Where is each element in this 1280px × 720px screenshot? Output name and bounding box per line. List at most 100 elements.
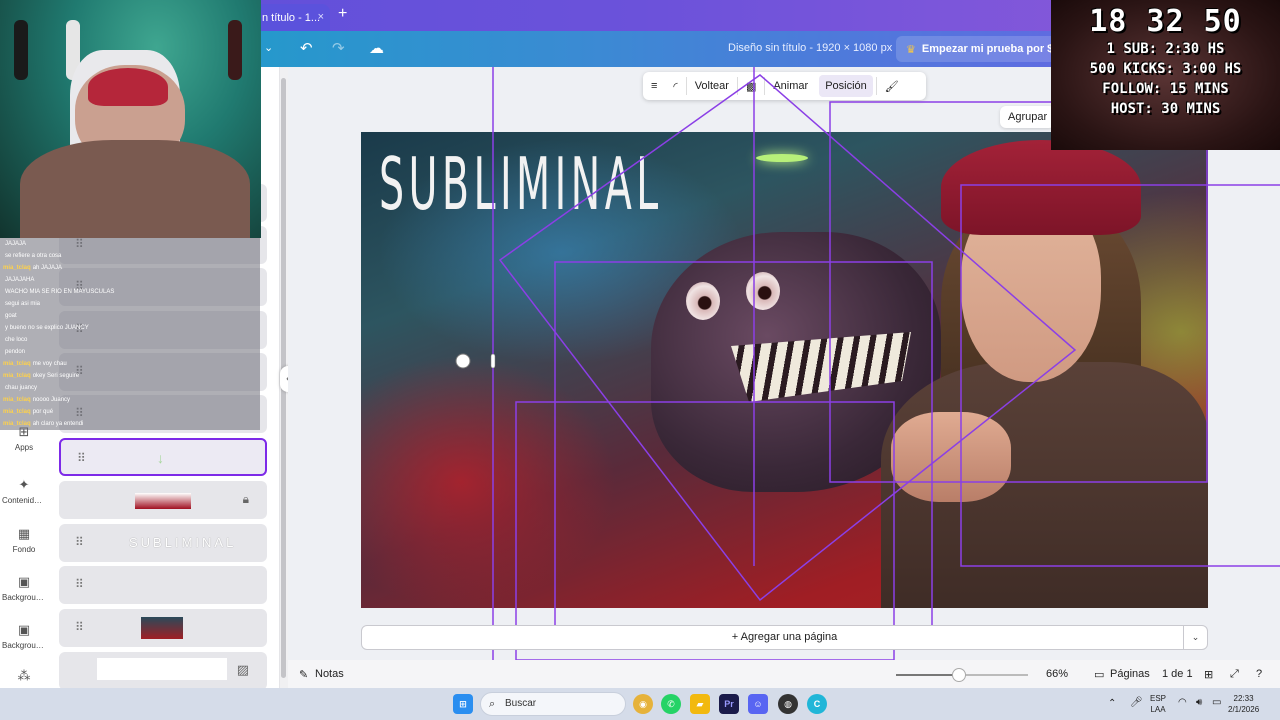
drag-handle-icon[interactable]: ⠿ <box>75 536 84 548</box>
zoom-slider-fill <box>896 674 960 676</box>
fullscreen-icon[interactable]: ⤢ <box>1230 668 1239 681</box>
language-indicator[interactable]: ESP LAA <box>1150 693 1166 715</box>
pages-icon[interactable]: ▭ <box>1094 668 1104 681</box>
volume-icon[interactable]: 🔊︎ <box>1196 697 1202 708</box>
add-page-label: + Agregar una página <box>731 631 838 643</box>
notes-button[interactable]: Notas <box>315 668 344 680</box>
canva-icon[interactable]: C <box>807 694 827 714</box>
layer-item[interactable]: ⠿ <box>59 566 267 604</box>
microphone-icon[interactable]: 🎤︎ <box>1130 697 1143 708</box>
rail-item-content[interactable]: ✦ Contenido ... <box>0 477 48 506</box>
chrome-icon[interactable]: ◉ <box>633 694 653 714</box>
layer-item-title[interactable]: ⠿ SUBLIMINAL <box>59 524 267 562</box>
chat-nick: mia_tclaq <box>3 373 31 379</box>
position-button[interactable]: Posición <box>819 75 873 97</box>
screen: n título - 1... × + ⌄ ↶ ↷ ☁ Diseño sin t… <box>0 0 1280 720</box>
browser-tab[interactable]: n título - 1... × <box>250 4 330 31</box>
transparency-icon[interactable]: ▩ <box>738 80 764 93</box>
whatsapp-icon[interactable]: ✆ <box>661 694 681 714</box>
taskbar-search-label: Buscar <box>505 698 537 709</box>
chevron-down-icon[interactable]: ⌄ <box>264 41 273 56</box>
chat-message: y bueno no se explico JUANCY <box>5 325 89 331</box>
chat-line: JAJAJA <box>0 238 260 250</box>
chat-message: chau juancy <box>5 385 38 391</box>
document-title[interactable]: Diseño sin título - 1920 × 1080 px <box>728 42 892 54</box>
layer-item-image[interactable]: ⠿ <box>59 609 267 647</box>
obs-icon[interactable]: ◍ <box>778 694 798 714</box>
image-thumbnail <box>141 617 183 639</box>
discord-icon[interactable]: ☺ <box>748 694 768 714</box>
paint-roller-icon[interactable]: 🖌︎ <box>877 80 907 93</box>
chat-line: se refiere a otra cosa <box>0 250 260 262</box>
arrow-down-icon: ↓ <box>157 450 164 466</box>
redo-icon[interactable]: ↷ <box>332 41 345 56</box>
webcam-overlay <box>0 0 261 238</box>
page-count: 1 de 1 <box>1162 668 1193 680</box>
chat-line: mia_tclaq ah JAJAJA <box>0 262 260 274</box>
language-top: ESP <box>1150 694 1167 703</box>
align-icon[interactable]: ≡ <box>643 80 665 92</box>
notes-icon[interactable]: ✎ <box>299 668 308 681</box>
monster-eye <box>686 282 720 320</box>
subathon-timer-overlay: 18 32 50 1 SUB: 2:30 HS 500 KICKS: 3:00 … <box>1051 0 1280 150</box>
pages-button[interactable]: Páginas <box>1110 668 1150 680</box>
undo-icon[interactable]: ↶ <box>300 41 313 56</box>
rail-item-backgrounds-2[interactable]: ▣ Backgroun... <box>0 622 48 651</box>
battery-icon[interactable]: ▭ <box>1212 697 1221 708</box>
canvas-title-text[interactable]: SUBLIMINAL <box>379 142 663 226</box>
file-explorer-icon[interactable]: ▰ <box>690 694 710 714</box>
chat-nick: mia_tclaq <box>3 361 31 367</box>
image-icon: ▣ <box>17 622 31 637</box>
add-page-button[interactable]: + Agregar una página ⌄ <box>361 625 1208 650</box>
grid-view-icon[interactable]: ⊞ <box>1204 668 1213 681</box>
tab-close-icon[interactable]: × <box>318 11 324 23</box>
drag-handle-icon[interactable]: ⠿ <box>75 621 84 633</box>
timer-goal: 1 SUB: 2:30 HS <box>1106 41 1225 57</box>
rail-item-backgrounds-1[interactable]: ▣ Backgroun... <box>0 574 48 603</box>
premiere-pro-icon[interactable]: Pr <box>719 694 739 714</box>
chat-message: JAJAJAHA <box>5 277 35 283</box>
rail-item-background[interactable]: ▦ Fondo <box>0 527 48 555</box>
windows-start-icon[interactable]: ⊞ <box>453 694 473 714</box>
rail-item-more[interactable]: ⁂ <box>0 669 48 687</box>
more-apps-icon: ⁂ <box>17 668 31 683</box>
system-clock[interactable]: 22:33 2/1/2026 <box>1228 693 1259 715</box>
windows-taskbar: ⊞ ⌕ Buscar ◉ ✆ ▰ Pr ☺ ◍ C ⌃ 🎤︎ ESP LAA ◠… <box>0 688 1280 720</box>
chevron-down-icon[interactable]: ⌄ <box>1183 626 1207 649</box>
person-cutout-image <box>881 132 1208 608</box>
layer-item-selected[interactable]: ⠿ ↓ <box>59 438 267 476</box>
lock-icon[interactable]: 🔒︎ <box>243 492 249 507</box>
drag-handle-icon[interactable]: ⠿ <box>75 578 84 590</box>
taskbar-search[interactable]: ⌕ Buscar <box>480 692 626 716</box>
chat-message: por qué <box>32 409 54 415</box>
layer-item-red-shape[interactable]: 🔒︎ <box>59 481 267 519</box>
group-button[interactable]: Agrupar <box>1000 106 1056 128</box>
curve-icon[interactable]: ◜ <box>665 80 685 93</box>
chat-message: pendon <box>5 349 26 355</box>
chat-nick: mia_tclaq <box>3 265 31 271</box>
chat-line: che loco <box>0 334 260 346</box>
clock-date: 2/1/2026 <box>1228 705 1260 714</box>
person-fist <box>891 412 1011 502</box>
help-icon[interactable]: ? <box>1256 668 1262 680</box>
zoom-level[interactable]: 66% <box>1046 668 1068 680</box>
context-toolbar: ≡ ◜ Voltear ▩ Animar Posición 🖌︎ <box>643 72 926 100</box>
rail-label: Fondo <box>12 545 36 554</box>
chevron-up-icon[interactable]: ⌃ <box>1108 698 1116 709</box>
flip-button[interactable]: Voltear <box>687 80 737 92</box>
new-tab-icon[interactable]: + <box>338 5 347 23</box>
clock-time: 22:33 <box>1233 694 1254 703</box>
zoom-slider[interactable] <box>896 668 1028 682</box>
drag-handle-icon[interactable]: ⠿ <box>77 452 86 464</box>
wifi-icon[interactable]: ◠ <box>1178 697 1187 708</box>
chat-line: pendon <box>0 346 260 358</box>
cloud-saved-icon[interactable]: ☁ <box>369 41 384 56</box>
sparkle-icon: ✦ <box>18 477 30 492</box>
layer-item-background[interactable]: ▨ <box>59 652 267 690</box>
zoom-slider-thumb[interactable] <box>952 668 967 682</box>
chat-line: mia_tclaq noooo Juancy <box>0 394 260 406</box>
animate-button[interactable]: Animar <box>765 80 816 92</box>
image-icon: ▣ <box>17 574 31 589</box>
design-canvas[interactable]: SUBLIMINAL <box>361 132 1208 608</box>
chat-message: noooo Juancy <box>32 397 71 403</box>
